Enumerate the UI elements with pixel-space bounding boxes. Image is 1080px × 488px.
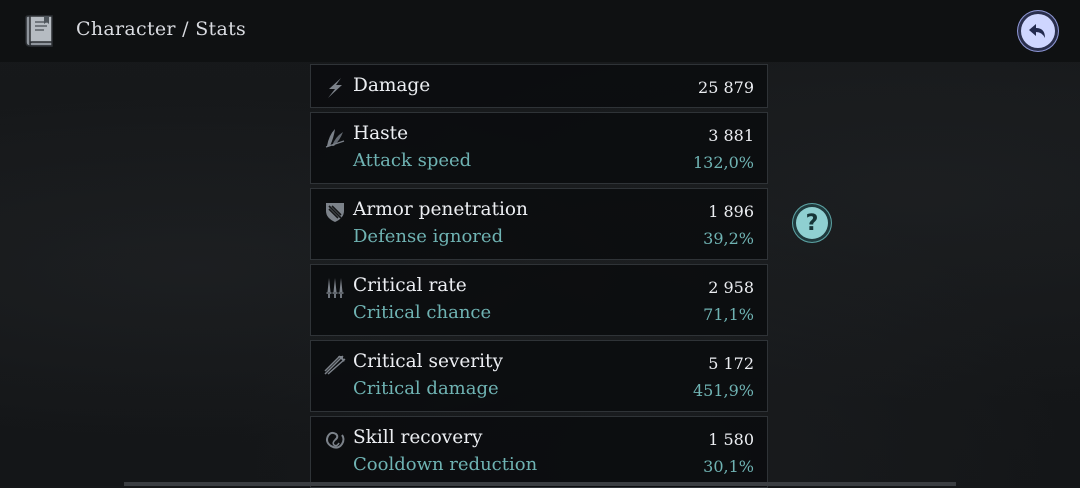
daggers-icon: [326, 278, 344, 298]
stat-value: 3 881: [708, 126, 754, 145]
back-arrow-icon: [1029, 24, 1045, 38]
stat-sub-label: Cooldown reduction: [353, 454, 538, 475]
stat-name: Critical rate: [353, 275, 467, 296]
stat-sub-value: 71,1%: [703, 305, 754, 324]
stat-name: Critical severity: [353, 351, 503, 372]
stat-sub-value: 132,0%: [692, 153, 754, 172]
stat-name: Damage: [353, 75, 431, 96]
help-button[interactable]: ?: [793, 204, 831, 242]
stat-row-armor-penetration: Armor penetration 1 896 Defense ignored …: [310, 188, 768, 260]
bottom-panel-edge: [124, 482, 956, 486]
back-button[interactable]: [1018, 11, 1058, 51]
help-label: ?: [805, 210, 819, 236]
stat-value: 1 896: [708, 202, 754, 221]
stat-sub-label: Critical chance: [353, 302, 492, 323]
stat-row-haste: Haste 3 881 Attack speed 132,0%: [310, 112, 768, 184]
stat-value: 1 580: [708, 430, 754, 449]
stat-row-critical-severity: Critical severity 5 172 Critical damage …: [310, 340, 768, 412]
stat-row-critical-rate: Critical rate 2 958 Critical chance 71,1…: [310, 264, 768, 336]
stat-name: Skill recovery: [353, 427, 483, 448]
stat-sub-label: Attack speed: [353, 150, 472, 171]
stat-value: 2 958: [708, 278, 754, 297]
stat-sub-value: 39,2%: [703, 229, 754, 248]
page-title: Character / Stats: [76, 18, 247, 40]
stat-sub-value: 30,1%: [703, 457, 754, 476]
stat-sub-label: Defense ignored: [353, 226, 504, 247]
book-icon: [25, 15, 53, 47]
stat-sub-value: 451,9%: [692, 381, 754, 400]
stat-sub-label: Critical damage: [353, 378, 499, 399]
stat-value: 5 172: [708, 354, 754, 373]
stat-row-damage: Damage 25 879: [310, 64, 768, 108]
arrows-icon: [324, 355, 346, 375]
top-bar: Character / Stats: [0, 0, 1080, 62]
shield-icon: [326, 203, 344, 222]
spiral-icon: [326, 431, 345, 449]
stat-name: Haste: [353, 123, 409, 144]
feather-icon: [325, 129, 345, 148]
lightning-icon: [328, 78, 342, 98]
stat-value: 25 879: [698, 78, 754, 97]
stat-name: Armor penetration: [353, 199, 528, 220]
stat-row-skill-recovery: Skill recovery 1 580 Cooldown reduction …: [310, 416, 768, 488]
